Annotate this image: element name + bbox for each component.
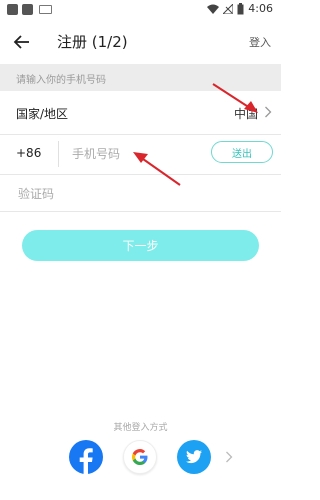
battery-icon: [237, 2, 244, 14]
twitter-icon: [186, 450, 202, 464]
country-label: 国家/地区: [16, 107, 69, 121]
verification-code-input[interactable]: [16, 182, 220, 206]
title-bar: 注册 (1/2) 登入: [0, 20, 281, 64]
other-login-label: 其他登入方式: [113, 423, 168, 433]
notification-icons: [7, 4, 52, 15]
twitter-login-button[interactable]: [177, 440, 211, 474]
divider: [58, 141, 59, 167]
country-value[interactable]: 中国: [234, 105, 258, 122]
hint-bar: 请输入你的手机号码: [0, 64, 281, 91]
login-link[interactable]: 登入: [249, 34, 271, 50]
keyboard-icon: [39, 5, 52, 14]
hint-text: 请输入你的手机号码: [16, 75, 106, 86]
google-icon: [132, 449, 148, 465]
verification-code-row: [0, 175, 281, 212]
app-notification-icon: [7, 4, 18, 15]
wifi-icon: [207, 4, 220, 14]
more-providers-chevron-icon[interactable]: [225, 451, 233, 463]
country-code[interactable]: +86: [16, 146, 41, 160]
phone-number-input[interactable]: [70, 142, 204, 166]
send-code-button[interactable]: 送出: [211, 141, 273, 163]
facebook-icon: [79, 448, 93, 474]
app-notification-icon: [22, 4, 33, 15]
phone-row: +86 送出: [0, 134, 281, 175]
country-selector[interactable]: 国家/地区 中国: [0, 92, 281, 135]
facebook-login-button[interactable]: [69, 440, 103, 474]
no-signal-icon: [223, 3, 234, 14]
page-title: 注册 (1/2): [57, 33, 128, 51]
status-icons: 4:06: [207, 2, 273, 15]
back-arrow-icon[interactable]: [12, 32, 32, 52]
google-login-button[interactable]: [123, 440, 157, 474]
status-time: 4:06: [248, 2, 273, 15]
next-step-button[interactable]: 下一步: [22, 230, 259, 261]
status-bar: 4:06: [0, 0, 281, 20]
chevron-right-icon: [265, 106, 272, 118]
